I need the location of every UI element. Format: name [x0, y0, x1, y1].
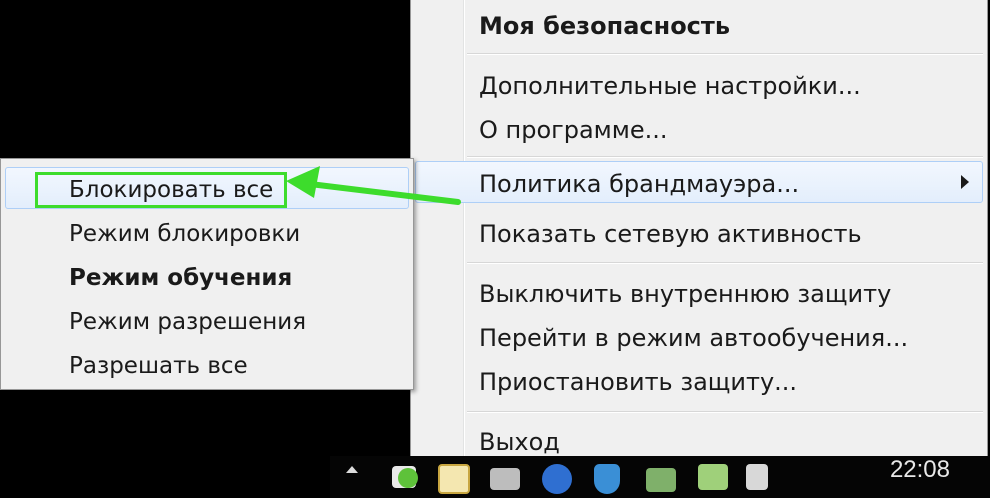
menu-item-about[interactable]: О программе...	[479, 115, 668, 145]
submenu-item-block-all[interactable]: Блокировать все	[69, 175, 273, 205]
menu-item-my-security[interactable]: Моя безопасность	[479, 11, 730, 41]
security-icon[interactable]	[646, 468, 676, 492]
submenu-arrow-icon	[961, 175, 969, 189]
submenu-item-allow-mode[interactable]: Режим разрешения	[69, 307, 306, 337]
submenu-item-learning-mode[interactable]: Режим обучения	[69, 263, 292, 293]
submenu-item-allow-all[interactable]: Разрешать все	[69, 351, 248, 381]
p-app-icon[interactable]	[542, 464, 572, 494]
menu-gutter	[463, 0, 465, 459]
menu-separator	[467, 411, 983, 413]
menu-item-pause-protection[interactable]: Приостановить защиту...	[479, 367, 797, 397]
menu-item-exit[interactable]: Выход	[479, 427, 560, 457]
menu-item-auto-learning-mode[interactable]: Перейти в режим автообучения...	[479, 323, 908, 353]
screen: Моя безопасность Дополнительные настройк…	[0, 0, 990, 498]
taskbar-clock[interactable]: 22:08	[890, 456, 950, 484]
green-dot-icon[interactable]	[398, 468, 418, 488]
menu-separator	[467, 53, 983, 55]
show-hidden-icons-icon[interactable]	[346, 466, 358, 473]
menu-item-disable-internal-protection[interactable]: Выключить внутреннюю защиту	[479, 279, 891, 309]
menu-separator	[467, 262, 983, 264]
menu-item-show-network-activity[interactable]: Показать сетевую активность	[479, 219, 862, 249]
menu-separator	[467, 156, 983, 158]
network-activity-icon[interactable]	[490, 468, 520, 490]
chart-icon[interactable]	[438, 464, 470, 494]
submenu-item-blocking-mode[interactable]: Режим блокировки	[69, 219, 300, 249]
context-menu: Моя безопасность Дополнительные настройк…	[410, 0, 988, 460]
annotation-arrow-icon	[286, 166, 461, 205]
taskbar-tray: 22:08	[330, 456, 990, 498]
menu-item-firewall-policy[interactable]: Политика брандмауэра...	[479, 169, 799, 199]
menu-item-advanced-settings[interactable]: Дополнительные настройки...	[479, 71, 861, 101]
volume-icon[interactable]	[746, 464, 768, 490]
shield-icon[interactable]	[594, 464, 620, 494]
wifi-icon[interactable]	[698, 464, 728, 490]
